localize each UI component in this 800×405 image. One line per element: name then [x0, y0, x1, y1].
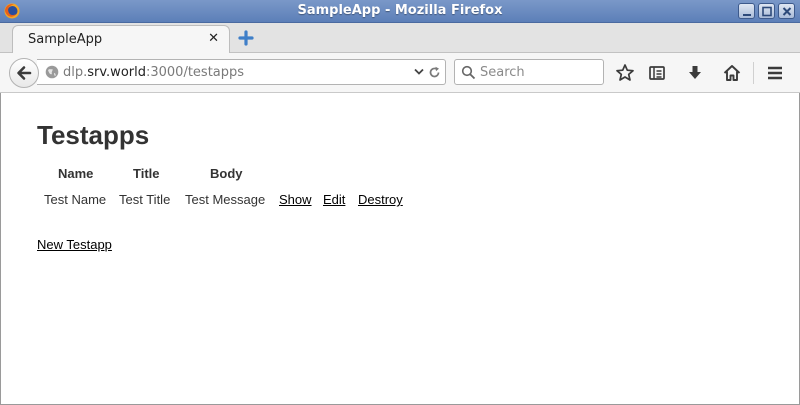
arrow-left-icon	[17, 66, 32, 80]
new-testapp-link[interactable]: New Testapp	[37, 237, 112, 252]
toolbar-separator	[753, 62, 754, 84]
tab-close-icon[interactable]: ✕	[208, 32, 219, 46]
edit-link[interactable]: Edit	[323, 192, 345, 207]
close-window-button[interactable]	[778, 3, 795, 19]
new-tab-plus-icon[interactable]	[238, 30, 254, 46]
cell-name: Test Name	[44, 192, 107, 207]
search-box[interactable]: Search	[454, 59, 604, 85]
navigation-toolbar: dlp.srv.world:3000/testapps Search	[0, 53, 800, 93]
tab-strip: SampleApp ✕	[0, 23, 800, 54]
url-prefix: dlp.	[63, 65, 88, 80]
search-placeholder: Search	[480, 65, 525, 80]
reading-list-icon[interactable]	[647, 63, 667, 83]
cell-body: Test Message	[185, 192, 266, 207]
close-icon	[782, 7, 792, 16]
window-title: SampleApp - Mozilla Firefox	[297, 3, 503, 18]
maximize-icon	[762, 6, 772, 17]
url-host: srv.world	[87, 65, 146, 80]
maximize-button[interactable]	[758, 3, 775, 19]
chevron-down-icon[interactable]	[414, 68, 424, 76]
window-titlebar: SampleApp - Mozilla Firefox	[0, 0, 800, 23]
download-icon[interactable]	[685, 63, 705, 83]
cell-title: Test Title	[119, 192, 171, 207]
url-text[interactable]: dlp.srv.world:3000/testapps	[63, 65, 244, 80]
url-bar[interactable]: dlp.srv.world:3000/testapps	[37, 59, 446, 85]
tab-label: SampleApp	[28, 32, 103, 47]
bookmark-star-icon[interactable]	[615, 63, 635, 83]
page-title: Testapps	[37, 120, 150, 150]
minimize-icon	[743, 14, 751, 16]
tab-sampleapp[interactable]: SampleApp ✕	[12, 25, 230, 54]
globe-icon	[45, 65, 59, 79]
url-suffix: :3000/testapps	[145, 65, 245, 80]
column-header-body: Body	[210, 166, 243, 181]
search-icon	[461, 65, 476, 80]
menu-icon[interactable]	[765, 63, 785, 83]
column-header-title: Title	[133, 166, 160, 181]
show-link[interactable]: Show	[279, 192, 312, 207]
page-content: Testapps Name Title Body Test Name Test …	[0, 94, 800, 405]
home-icon[interactable]	[722, 63, 742, 83]
destroy-link[interactable]: Destroy	[358, 192, 403, 207]
minimize-button[interactable]	[738, 3, 755, 19]
column-header-name: Name	[58, 166, 94, 181]
back-button[interactable]	[9, 58, 39, 88]
reload-icon[interactable]	[428, 66, 441, 79]
